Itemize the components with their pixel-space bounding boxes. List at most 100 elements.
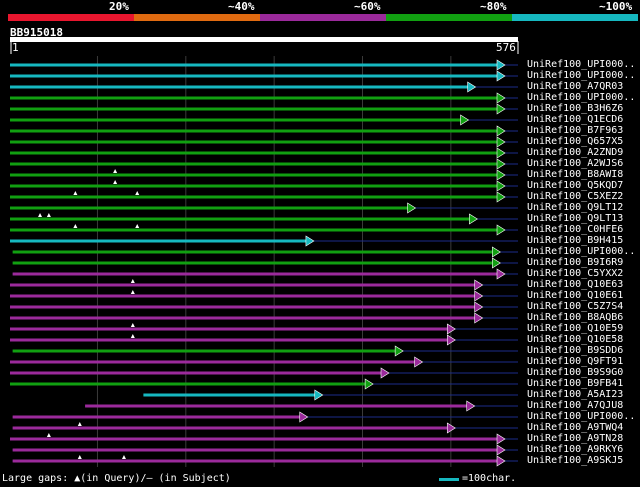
identity-legend-label: 20% [109, 0, 129, 13]
hit-label[interactable]: UniRef100_B9H415 [527, 235, 623, 246]
hit-label[interactable]: UniRef100_A7QJU8 [527, 400, 623, 411]
hit-bar [10, 173, 499, 177]
query-name: BB915018 [10, 26, 63, 39]
hit-bar [10, 382, 368, 386]
hit-arrow-head [492, 257, 501, 269]
hit-label[interactable]: UniRef100_Q10E63 [527, 279, 623, 290]
hit-label[interactable]: UniRef100_A9SKJ5 [527, 455, 623, 466]
hit-label[interactable]: UniRef100_A9TWQ4 [527, 422, 623, 433]
hit-bar [10, 195, 499, 199]
hit-label[interactable]: UniRef100_C0HFE6 [527, 224, 623, 235]
query-gap-marker [73, 224, 78, 228]
hit-bar [10, 239, 308, 243]
hit-label[interactable]: UniRef100_Q10E59 [527, 323, 623, 334]
hit-label[interactable]: UniRef100_Q657X5 [527, 136, 623, 147]
query-gap-marker [113, 169, 118, 173]
hit-bar [12, 415, 302, 419]
hit-bar [10, 228, 499, 232]
hit-bar [143, 393, 317, 397]
query-gap-marker [130, 279, 135, 283]
hit-arrow-head [496, 224, 506, 236]
hit-label[interactable]: UniRef100_B9SDD6 [527, 345, 623, 356]
alignment-graphic: 20% ~40% ~60% ~80% ~100% BB915018 1 576 UniR… [0, 0, 640, 487]
hit-bar [10, 338, 450, 342]
hit-label[interactable]: UniRef100_Q10E61 [527, 290, 623, 301]
hit-bar [10, 316, 477, 320]
hit-bar [10, 162, 499, 166]
hit-bar [85, 404, 469, 408]
hit-label[interactable]: UniRef100_Q10E58 [527, 334, 623, 345]
hit-bar [12, 426, 450, 430]
hit-arrow-head [407, 202, 417, 214]
hit-label[interactable]: UniRef100_C5XEZ2 [527, 191, 623, 202]
hit-arrow-head [414, 356, 424, 368]
hit-label[interactable]: UniRef100_UPI000.. [527, 59, 635, 70]
hit-arrow-head [469, 213, 478, 225]
hit-arrow-head [496, 92, 506, 104]
hit-label[interactable]: UniRef100_UPI000.. [527, 246, 635, 257]
hit-label[interactable]: UniRef100_B7F963 [527, 125, 623, 136]
hit-label[interactable]: UniRef100_B8AWI8 [527, 169, 623, 180]
query-gap-marker [113, 180, 118, 184]
hit-label[interactable]: UniRef100_Q9LT12 [527, 202, 623, 213]
hit-label[interactable]: UniRef100_A2ZND9 [527, 147, 623, 158]
hit-label[interactable]: UniRef100_Q5KQD7 [527, 180, 623, 191]
hit-label[interactable]: UniRef100_B9S9G0 [527, 367, 623, 378]
query-gap-marker [46, 433, 51, 437]
hit-label[interactable]: UniRef100_B9I6R9 [527, 257, 623, 268]
hit-arrow-head [314, 389, 324, 401]
identity-legend-swatch [8, 14, 134, 21]
gap-legend: Large gaps: ▲(in Query)/– (in Subject) [2, 473, 231, 484]
hit-label[interactable]: UniRef100_A5AI23 [527, 389, 623, 400]
hit-arrow-head [394, 345, 404, 357]
query-gap-marker [77, 455, 82, 459]
hit-label[interactable]: UniRef100_UPI000.. [527, 411, 635, 422]
hit-arrow-head [380, 367, 390, 379]
identity-legend-label: ~60% [354, 0, 381, 13]
hit-bar [10, 283, 477, 287]
identity-legend-swatch [260, 14, 386, 21]
hit-arrow-head [496, 103, 506, 115]
hit-bar [10, 140, 499, 144]
identity-legend-swatch [386, 14, 512, 21]
hit-bar [10, 151, 499, 155]
hit-label[interactable]: UniRef100_A9RKY6 [527, 444, 623, 455]
query-ruler [10, 37, 518, 42]
hit-label[interactable]: UniRef100_B3H6Z6 [527, 103, 623, 114]
hit-arrow-head [466, 400, 476, 412]
hit-arrow-head [496, 169, 506, 181]
hit-arrow-head [496, 268, 506, 280]
hit-bar [12, 349, 398, 353]
hit-arrow-head [474, 312, 484, 324]
hit-label[interactable]: UniRef100_B8AQB6 [527, 312, 623, 323]
identity-legend-label: ~80% [480, 0, 507, 13]
query-gap-marker [130, 334, 135, 338]
hit-label[interactable]: UniRef100_B9FB41 [527, 378, 623, 389]
hit-label[interactable]: UniRef100_C5Z7S4 [527, 301, 623, 312]
hit-arrow-head [492, 246, 501, 258]
hit-bar [10, 217, 472, 221]
hit-label[interactable]: UniRef100_Q9LT13 [527, 213, 623, 224]
hit-label[interactable]: UniRef100_A9TN28 [527, 433, 623, 444]
query-gap-marker [135, 191, 140, 195]
hit-arrow-head [496, 136, 506, 148]
hit-bar [12, 459, 500, 463]
hit-label[interactable]: UniRef100_A7QR03 [527, 81, 623, 92]
hit-bar [10, 85, 470, 89]
hit-arrow-head [474, 279, 484, 291]
hit-label[interactable]: UniRef100_UPI000.. [527, 70, 635, 81]
hit-bar [10, 294, 477, 298]
hit-label[interactable]: UniRef100_A2WJS6 [527, 158, 623, 169]
hit-bar [10, 118, 463, 122]
hit-label[interactable]: UniRef100_C5YXX2 [527, 268, 623, 279]
hit-arrow-head [299, 411, 309, 423]
query-start-label: 1 [12, 41, 19, 54]
identity-legend-label: ~100% [599, 0, 633, 13]
hit-label[interactable]: UniRef100_Q9FT91 [527, 356, 623, 367]
hit-arrow-head [496, 444, 506, 456]
hit-bar [12, 250, 495, 254]
hit-label[interactable]: UniRef100_UPI000.. [527, 92, 635, 103]
hit-label[interactable]: UniRef100_Q1ECD6 [527, 114, 623, 125]
hit-arrow-head [496, 180, 506, 192]
hit-bar [10, 107, 499, 111]
